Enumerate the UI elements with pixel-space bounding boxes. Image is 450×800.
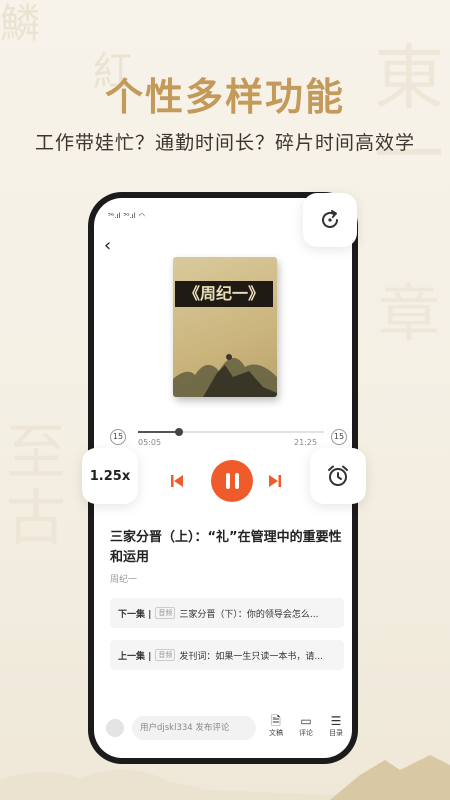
skip-forward-15-button[interactable]: 15 bbox=[331, 429, 347, 445]
current-time: 05:05 bbox=[138, 438, 162, 447]
next-episode-title: 三家分晋（下）：你的领导会怎么... bbox=[179, 609, 319, 620]
pause-icon bbox=[234, 473, 239, 489]
contents-label: 目录 bbox=[329, 729, 343, 737]
transcript-button[interactable]: 🗎 文稿 bbox=[264, 714, 288, 738]
alarm-clock-icon bbox=[328, 465, 348, 486]
promo-headline: 个性多样功能 bbox=[104, 74, 345, 119]
progress-knob[interactable] bbox=[174, 428, 183, 436]
refresh-icon bbox=[322, 210, 338, 228]
comment-input[interactable]: 用户djskl334 发布评论 bbox=[132, 716, 256, 740]
pause-button[interactable] bbox=[211, 460, 253, 502]
next-episode-item[interactable]: 下一集 | 音频 三家分晋（下）：你的领导会怎么... bbox=[110, 598, 344, 628]
previous-track-button[interactable] bbox=[170, 474, 184, 488]
comment-icon: ▭ bbox=[300, 714, 312, 728]
contents-button[interactable]: ☰ 目录 bbox=[324, 714, 348, 738]
bottom-bar: 用户djskl334 发布评论 🗎 文稿 ▭ 评论 ☰ 目录 bbox=[94, 708, 352, 748]
total-time: 21:25 bbox=[294, 438, 318, 447]
previous-episode-item[interactable]: 上一集 | 音频 发刊词：如果一生只读一本书，请... bbox=[110, 640, 344, 670]
album-name[interactable]: 周纪一 bbox=[110, 572, 137, 585]
list-icon: ☰ bbox=[330, 714, 342, 728]
skip-back-15-button[interactable]: 15 bbox=[110, 429, 126, 445]
playback-speed-button[interactable]: 1.25x bbox=[82, 448, 138, 504]
next-track-button[interactable] bbox=[268, 474, 282, 488]
pause-icon bbox=[225, 473, 230, 489]
wifi-icon: ◠ bbox=[138, 212, 145, 220]
previous-episode-title: 发刊词：如果一生只读一本书，请... bbox=[179, 651, 324, 662]
audio-tag: 音频 bbox=[155, 649, 176, 661]
replay-button[interactable] bbox=[303, 193, 357, 247]
previous-episode-label: 上一集 | bbox=[118, 651, 152, 662]
sleep-timer-button[interactable] bbox=[310, 448, 366, 504]
transcript-label: 文稿 bbox=[269, 729, 283, 737]
signal-icon: ⁵ᴳ.ıl bbox=[123, 212, 136, 220]
comments-button[interactable]: ▭ 评论 bbox=[294, 714, 318, 738]
audio-tag: 音频 bbox=[155, 607, 176, 619]
book-title: 《周纪一》 bbox=[175, 281, 273, 307]
next-episode-label: 下一集 | bbox=[118, 609, 152, 620]
landscape-painting bbox=[173, 354, 277, 397]
comments-label: 评论 bbox=[299, 729, 313, 737]
status-bar: ⁵ᴳ.ıl ⁵ᴳ.ıl ◠ bbox=[108, 212, 145, 220]
signal-icon: ⁵ᴳ.ıl bbox=[108, 212, 121, 220]
book-cover: 《周纪一》 bbox=[173, 257, 277, 397]
progress-bar[interactable] bbox=[138, 428, 324, 436]
track-title: 三家分晋（上）：“礼”在管理中的重要性和运用 bbox=[110, 530, 342, 565]
background-calligraphy: 章 bbox=[377, 277, 440, 350]
avatar[interactable] bbox=[106, 719, 124, 737]
back-button[interactable]: ‹ bbox=[104, 235, 111, 256]
background-calligraphy: 至古 bbox=[6, 418, 66, 554]
progress-fill bbox=[138, 431, 179, 433]
promo-subline: 工作带娃忙？通勤时间长？碎片时间高效学 bbox=[34, 132, 415, 154]
document-icon: 🗎 bbox=[271, 714, 281, 728]
